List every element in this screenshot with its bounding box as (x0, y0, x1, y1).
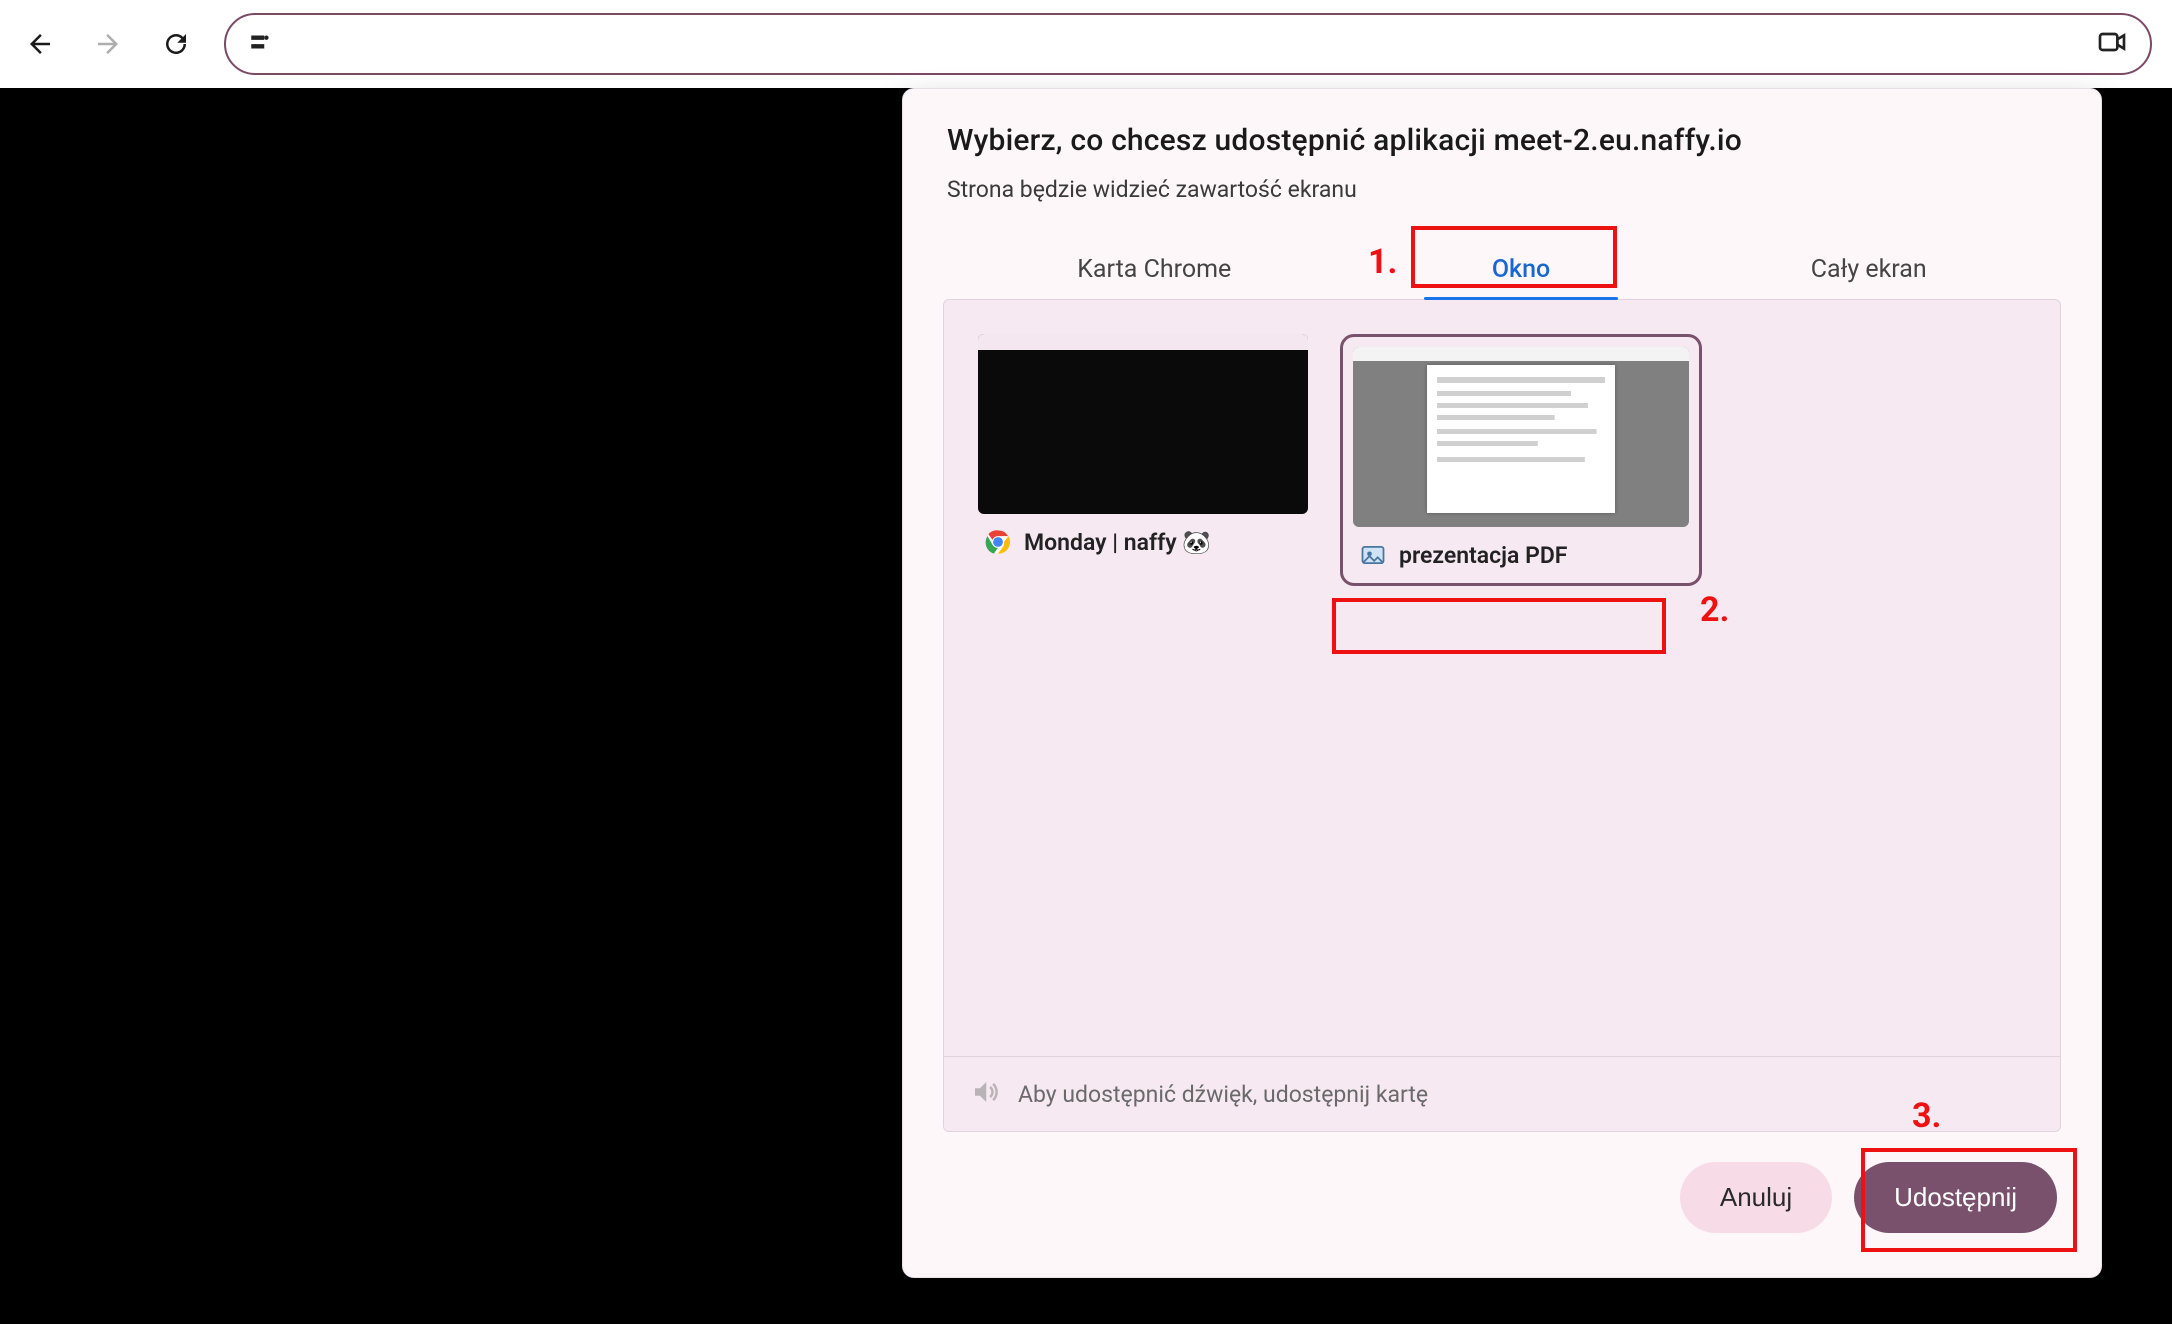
forward-button[interactable] (88, 24, 128, 64)
share-source-thumbnail (1353, 347, 1689, 527)
preview-app-icon (1359, 541, 1387, 569)
arrow-left-icon (25, 29, 55, 59)
share-source-label: Monday | naffy 🐼 (1024, 529, 1211, 556)
cancel-button[interactable]: Anuluj (1680, 1162, 1832, 1233)
modal-footer: Anuluj Udostępnij (903, 1132, 2101, 1277)
address-bar[interactable] (224, 13, 2152, 75)
tab-window[interactable]: Okno (1482, 241, 1560, 298)
camera-icon[interactable] (2096, 26, 2128, 62)
share-source-tabs: Karta Chrome Okno Cały ekran (903, 241, 2101, 299)
share-source-label: prezentacja PDF (1399, 542, 1567, 569)
audio-share-hint: Aby udostępnić dźwięk, udostępnij kartę (944, 1056, 2060, 1131)
screen-share-modal: Wybierz, co chcesz udostępnić aplikacji … (902, 88, 2102, 1278)
reload-button[interactable] (156, 24, 196, 64)
modal-header: Wybierz, co chcesz udostępnić aplikacji … (903, 89, 2101, 227)
share-source-list: Monday | naffy 🐼 prezentacja PDF (943, 299, 2061, 1132)
speaker-icon (970, 1077, 1000, 1111)
tab-chrome-tab[interactable]: Karta Chrome (1067, 241, 1241, 298)
reload-icon (161, 29, 191, 59)
chrome-app-icon (984, 528, 1012, 556)
modal-title: Wybierz, co chcesz udostępnić aplikacji … (947, 123, 2057, 158)
share-source-item[interactable]: Monday | naffy 🐼 (978, 334, 1308, 562)
site-settings-icon[interactable] (248, 29, 274, 59)
modal-subtitle: Strona będzie widzieć zawartość ekranu (947, 176, 2057, 203)
share-button[interactable]: Udostępnij (1854, 1162, 2057, 1233)
share-source-thumbnail (978, 334, 1308, 514)
arrow-right-icon (93, 29, 123, 59)
share-source-item-selected[interactable]: prezentacja PDF (1340, 334, 1702, 586)
back-button[interactable] (20, 24, 60, 64)
audio-hint-text: Aby udostępnić dźwięk, udostępnij kartę (1018, 1081, 1428, 1108)
tab-entire-screen[interactable]: Cały ekran (1801, 241, 1937, 298)
browser-toolbar (0, 0, 2172, 88)
